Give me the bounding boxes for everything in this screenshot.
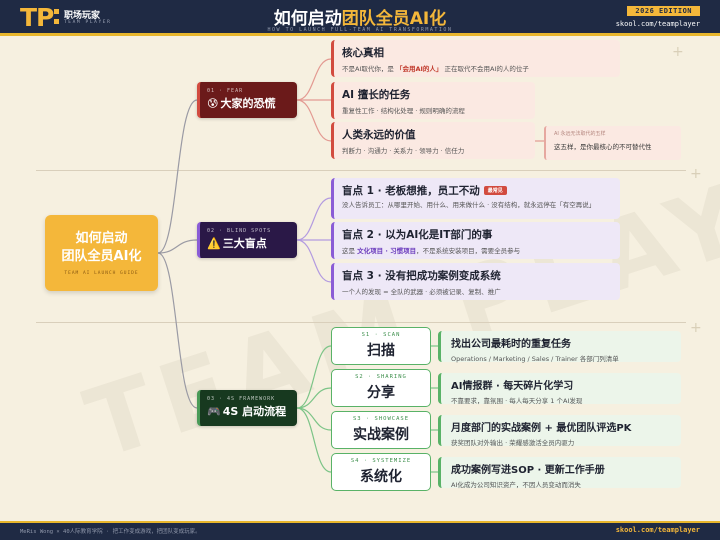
fear-card-human-value: 人类永远的价值 判断力 · 沟通力 · 关系力 · 领导力 · 信任力 bbox=[331, 122, 535, 159]
fear-card-desc: 判断力 · 沟通力 · 关系力 · 领导力 · 信任力 bbox=[342, 147, 465, 155]
footer-credit: MeRis Wong × 40人际教育学院 · 把工作变成游戏，把团队变成玩家。 bbox=[20, 529, 201, 535]
connector-fear-1 bbox=[296, 58, 332, 101]
fear-card-desc: 不是AI取代你，是 「会用AI的人」 正在取代不会用AI的人的位子 bbox=[342, 64, 620, 74]
side-note-caption: AI 永远无法取代的五样 bbox=[554, 131, 606, 137]
step-s3-detail: 月度部门的实战案例 + 最优团队评选PK 获奖团队对外输出 · 荣耀感激活全员内… bbox=[438, 415, 681, 447]
step-detail-title: 找出公司最耗时的重复任务 bbox=[451, 339, 571, 350]
blind-card-desc-pre: 这是 bbox=[342, 247, 358, 255]
step-title: 实战案例 bbox=[353, 427, 409, 443]
step-detail-title: 成功案例写进SOP · 更新工作手册 bbox=[451, 465, 605, 476]
branch-fear-title: 😰 大家的恐慌 bbox=[207, 95, 297, 111]
fear-card-title: AI 擅长的任务 bbox=[342, 89, 411, 101]
fear-card-core-truth: 核心真相 不是AI取代你，是 「会用AI的人」 正在取代不会用AI的人的位子 bbox=[331, 40, 620, 77]
connector-root-fear bbox=[157, 99, 198, 254]
connector-blind-1 bbox=[296, 197, 332, 241]
branch-fear-tag: 01 · FEAR bbox=[207, 88, 244, 94]
connector-root-framework bbox=[157, 252, 198, 409]
step-tag: S2 · SHARING bbox=[355, 374, 407, 380]
game-controller-icon: 🎮 bbox=[207, 405, 221, 418]
blind-card-title: 盲点 2 · 以为AI化是IT部门的事 bbox=[342, 229, 493, 241]
branch-framework-tag: 03 · 4S FRAMEWORK bbox=[207, 396, 276, 402]
root-tag: TEAM AI LAUNCH GUIDE bbox=[64, 271, 139, 276]
most-common-badge: 最常见 bbox=[483, 186, 507, 195]
side-note-text: 这五样，是你最核心的不可替代性 bbox=[554, 143, 652, 151]
fear-card-desc: 重复性工作 · 结构化处理 · 规则明确的流程 bbox=[342, 107, 465, 115]
branch-blind-label: 三大盲点 bbox=[222, 237, 267, 250]
step-detail-title: 月度部门的实战案例 + 最优团队评选PK bbox=[451, 423, 632, 434]
step-title: 分享 bbox=[367, 385, 395, 401]
step-detail-desc: AI化成为公司知识资产，不因人员变动而消失 bbox=[451, 481, 581, 489]
root-title: 如何启动 团队全员AI化 bbox=[45, 230, 158, 266]
step-s1-detail: 找出公司最耗时的重复任务 Operations / Marketing / Sa… bbox=[438, 331, 681, 363]
step-detail-title: AI情报群 · 每天碎片化学习 bbox=[451, 381, 574, 392]
step-detail-desc: 获奖团队对外输出 · 荣耀感激活全员内驱力 bbox=[451, 439, 575, 447]
branch-fear: 01 · FEAR 😰 大家的恐慌 bbox=[197, 82, 297, 118]
step-title: 扫描 bbox=[367, 343, 395, 359]
connector-root-blind bbox=[157, 239, 198, 254]
connector-framework-s4 bbox=[296, 407, 332, 473]
footer-bar: MeRis Wong × 40人际教育学院 · 把工作变成游戏，把团队变成玩家。… bbox=[0, 521, 720, 540]
branch-blind-spots: 02 · BLIND SPOTS ⚠️ 三大盲点 bbox=[197, 222, 297, 258]
fear-side-note: AI 永远无法取代的五样 这五样，是你最核心的不可替代性 bbox=[544, 126, 681, 160]
blind-card-desc: 一个人的发现 = 全队的武器 · 必须被记录、复制、推广 bbox=[342, 288, 501, 296]
blind-card-desc: 这是 文化项目 · 习惯项目，不是系统安装项目，需要全员参与 bbox=[342, 246, 620, 256]
step-title: 系统化 bbox=[360, 469, 402, 485]
fear-card-desc-pre: 不是AI取代你，是 bbox=[342, 65, 396, 73]
blind-card-3: 盲点 3 · 没有把成功案例变成系统 一个人的发现 = 全队的武器 · 必须被记… bbox=[331, 263, 620, 300]
root-title-line-1: 如何启动 bbox=[75, 231, 128, 246]
branch-framework-label: 4S 启动流程 bbox=[222, 405, 287, 418]
blind-card-1: 盲点 1 · 老板想推，员工不动 最常见 没人告诉员工：从哪里开始、用什么、用来做… bbox=[331, 178, 620, 219]
branch-framework-title: 🎮 4S 启动流程 bbox=[207, 403, 297, 419]
step-s2-sharing: S2 · SHARING 分享 bbox=[331, 369, 431, 407]
warning-icon: ⚠️ bbox=[207, 237, 221, 250]
root-title-line-2: 团队全员AI化 bbox=[61, 249, 142, 264]
blind-card-desc: 没人告诉员工：从哪里开始、用什么、用来做什么 · 没有结构，就永远停在「有空再说… bbox=[342, 201, 596, 209]
step-tag: S4 · SYSTEMIZE bbox=[350, 458, 412, 464]
fear-card-desc-post: 正在取代不会用AI的人的位子 bbox=[442, 65, 529, 73]
connector-framework-s3 bbox=[296, 407, 332, 431]
branch-blind-title: ⚠️ 三大盲点 bbox=[207, 235, 297, 251]
step-detail-desc: 不靠要求，靠氛围 · 每人每天分享 1 个AI发现 bbox=[451, 397, 583, 405]
blind-card-title: 盲点 1 · 老板想推，员工不动 最常见 bbox=[342, 183, 620, 198]
step-tag: S3 · SHOWCASE bbox=[352, 416, 410, 422]
step-tag: S1 · SCAN bbox=[361, 332, 401, 338]
blind-card-desc-emphasis: 文化项目 · 习惯项目 bbox=[357, 247, 417, 255]
fear-card-title: 核心真相 bbox=[342, 47, 384, 59]
branch-blind-tag: 02 · BLIND SPOTS bbox=[207, 228, 272, 234]
footer-site-link[interactable]: skool.com/teamplayer bbox=[616, 526, 700, 534]
step-s3-showcase: S3 · SHOWCASE 实战案例 bbox=[331, 411, 431, 449]
fear-card-title: 人类永远的价值 bbox=[342, 129, 416, 141]
step-s1-scan: S1 · SCAN 扫描 bbox=[331, 327, 431, 365]
connector-framework-s2 bbox=[296, 387, 332, 409]
blind-card-desc-post: ，不是系统安装项目，需要全员参与 bbox=[416, 247, 521, 255]
connector-blind-3 bbox=[296, 239, 332, 283]
anxious-face-icon: 😰 bbox=[207, 97, 219, 110]
blind-card-2: 盲点 2 · 以为AI化是IT部门的事 这是 文化项目 · 习惯项目，不是系统安… bbox=[331, 222, 620, 259]
step-s4-systemize: S4 · SYSTEMIZE 系统化 bbox=[331, 453, 431, 491]
blind-card-title-text: 盲点 1 · 老板想推，员工不动 bbox=[342, 185, 480, 197]
connector-fear-3 bbox=[296, 99, 332, 142]
fear-card-desc-emphasis: 「会用AI的人」 bbox=[395, 65, 443, 73]
branch-4s-framework: 03 · 4S FRAMEWORK 🎮 4S 启动流程 bbox=[197, 390, 297, 426]
root-node: 如何启动 团队全员AI化 TEAM AI LAUNCH GUIDE bbox=[45, 215, 158, 291]
step-s2-detail: AI情报群 · 每天碎片化学习 不靠要求，靠氛围 · 每人每天分享 1 个AI发… bbox=[438, 373, 681, 405]
fear-card-ai-tasks: AI 擅长的任务 重复性工作 · 结构化处理 · 规则明确的流程 bbox=[331, 82, 535, 119]
branch-fear-label: 大家的恐慌 bbox=[220, 97, 276, 110]
step-s4-detail: 成功案例写进SOP · 更新工作手册 AI化成为公司知识资产，不因人员变动而消失 bbox=[438, 457, 681, 489]
step-detail-desc: Operations / Marketing / Sales / Trainer… bbox=[451, 355, 619, 363]
blind-card-title: 盲点 3 · 没有把成功案例变成系统 bbox=[342, 270, 501, 282]
